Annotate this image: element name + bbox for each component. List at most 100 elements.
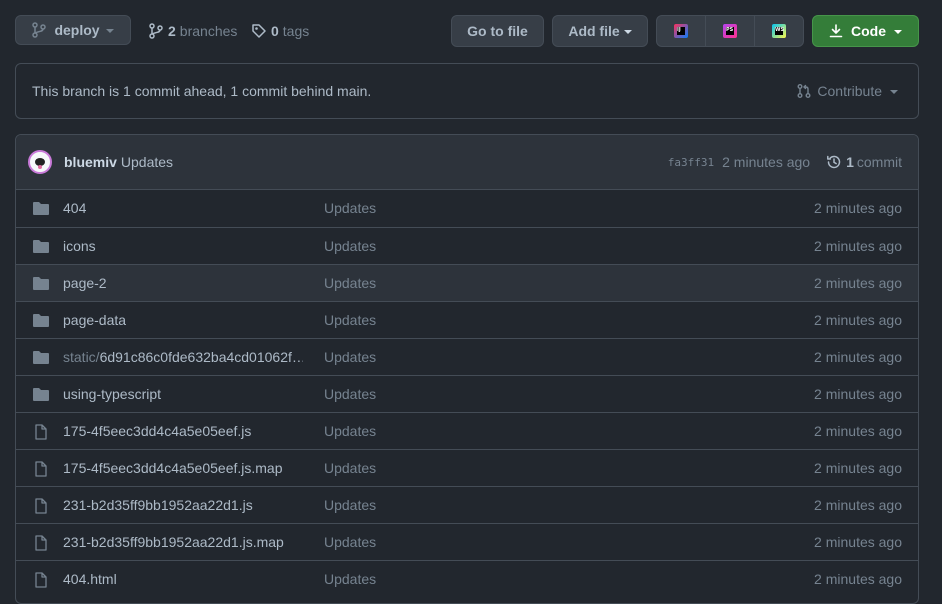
file-name: 175-4f5eec3dd4c4a5e05eef.js [63, 423, 252, 439]
file-commit-message[interactable]: Updates [324, 190, 376, 226]
file-icon [32, 572, 50, 588]
branch-select-button[interactable]: deploy [15, 15, 131, 45]
commit-history-link[interactable]: 1 commit [826, 154, 902, 170]
commit-count: 1 [846, 154, 854, 170]
file-name-link[interactable]: icons [63, 228, 96, 264]
intellij-icon: IJ [674, 24, 688, 38]
file-commit-message[interactable]: Updates [324, 413, 376, 449]
file-name: 231-b2d35ff9bb1952aa22d1.js [63, 497, 253, 513]
file-listing: bluemiv Updates fa3ff31 2 minutes ago 1 … [15, 134, 919, 604]
tags-label: tags [282, 23, 310, 39]
chevron-down-icon [105, 29, 114, 33]
file-row[interactable]: 231-b2d35ff9bb1952aa22d1.js Updates 2 minu… [16, 486, 918, 523]
file-name: 404.html [63, 571, 117, 587]
file-name-link[interactable]: 404.html [63, 561, 117, 597]
folder-icon [32, 276, 50, 291]
chevron-down-icon [623, 30, 632, 34]
file-row[interactable]: icons Updates 2 minutes ago [16, 227, 918, 264]
file-commit-message[interactable]: Updates [324, 487, 376, 523]
branch-name: deploy [54, 22, 100, 38]
commit-count-label: commit [856, 154, 902, 170]
file-row[interactable]: 175-4f5eec3dd4c4a5e05eef.js Updates 2 minu… [16, 412, 918, 449]
file-commit-message[interactable]: Updates [324, 339, 376, 375]
tag-icon [252, 24, 266, 38]
history-icon [827, 155, 841, 169]
file-name: using-typescript [63, 386, 162, 402]
file-name-link[interactable]: page-data [63, 302, 126, 338]
file-name-link[interactable]: 175-4f5eec3dd4c4a5e05eef.js.map [63, 450, 283, 486]
contribute-label: Contribute [817, 83, 882, 99]
branches-link[interactable]: 2 branches [149, 15, 237, 47]
commit-message[interactable]: Updates [121, 154, 173, 170]
contribute-button[interactable]: Contribute [796, 64, 898, 118]
intellij-icon-label: IJ [677, 27, 685, 35]
file-row[interactable]: using-typescript Updates 2 minutes ago [16, 375, 918, 412]
file-name-link[interactable]: using-typescript [63, 376, 161, 412]
git-branch-icon [32, 22, 47, 38]
file-commit-age: 2 minutes ago [814, 349, 902, 365]
add-file-button[interactable]: Add file [552, 15, 648, 47]
code-button[interactable]: Code [812, 15, 919, 47]
ide-button-group: IJ PS WS [656, 15, 804, 47]
download-icon [829, 24, 843, 38]
folder-icon [32, 239, 50, 254]
latest-commit-header: bluemiv Updates fa3ff31 2 minutes ago 1 … [16, 135, 918, 190]
file-name: page-data [63, 312, 127, 328]
phpstorm-button[interactable]: PS [706, 16, 755, 46]
file-icon [32, 461, 50, 477]
git-branch-icon [149, 23, 163, 39]
file-rows: 404 Updates 2 minutes ago icons Updates 2 min… [16, 190, 918, 597]
chevron-down-icon [894, 30, 902, 34]
pull-request-icon [797, 84, 811, 98]
commit-author[interactable]: bluemiv [64, 154, 117, 170]
file-commit-age: 2 minutes ago [814, 423, 902, 439]
file-commit-age: 2 minutes ago [814, 460, 902, 476]
file-row[interactable]: 231-b2d35ff9bb1952aa22d1.js.map Updates 2 … [16, 523, 918, 560]
file-commit-message[interactable]: Updates [324, 302, 376, 338]
intellij-idea-button[interactable]: IJ [657, 16, 706, 46]
file-name: 6d91c86c0fde632ba4cd01062f… [99, 349, 303, 365]
branches-count: 2 [168, 23, 176, 39]
file-icon [32, 535, 50, 551]
file-commit-message[interactable]: Updates [324, 524, 376, 560]
file-name-link[interactable]: 404 [63, 190, 86, 226]
file-name-link[interactable]: 175-4f5eec3dd4c4a5e05eef.js [63, 413, 251, 449]
file-name-link[interactable]: static/6d91c86c0fde632ba4cd01062f… [63, 339, 303, 375]
commit-sha[interactable]: fa3ff31 [668, 156, 714, 169]
file-row[interactable]: static/6d91c86c0fde632ba4cd01062f… Update… [16, 338, 918, 375]
file-name: page-2 [63, 275, 107, 291]
webstorm-icon: WS [772, 24, 786, 38]
folder-icon [32, 201, 50, 216]
webstorm-button[interactable]: WS [755, 16, 803, 46]
file-name-link[interactable]: 231-b2d35ff9bb1952aa22d1.js.map [63, 524, 284, 560]
avatar[interactable] [28, 150, 52, 174]
tags-link[interactable]: 0 tags [251, 15, 309, 47]
branch-status-box: This branch is 1 commit ahead, 1 commit … [15, 63, 919, 119]
file-commit-message[interactable]: Updates [324, 228, 376, 264]
file-row[interactable]: 404.html Updates 2 minutes ago [16, 560, 918, 597]
commit-summary: bluemiv Updates [64, 135, 173, 189]
file-commit-message[interactable]: Updates [324, 561, 376, 597]
go-to-file-label: Go to file [467, 23, 528, 39]
file-row[interactable]: 404 Updates 2 minutes ago [16, 190, 918, 227]
file-row[interactable]: 175-4f5eec3dd4c4a5e05eef.js.map Updates 2 … [16, 449, 918, 486]
commit-meta: fa3ff31 2 minutes ago 1 commit [668, 135, 902, 189]
webstorm-icon-label: WS [775, 27, 785, 35]
branch-status-text: This branch is 1 commit ahead, 1 commit … [32, 83, 372, 99]
file-commit-message[interactable]: Updates [324, 376, 376, 412]
repo-toolbar: deploy 2 branches 0 tags Go to file Add … [15, 15, 919, 47]
branches-label: branches [179, 23, 238, 39]
file-commit-age: 2 minutes ago [814, 534, 902, 550]
file-icon [32, 498, 50, 514]
file-name-link[interactable]: 231-b2d35ff9bb1952aa22d1.js [63, 487, 253, 523]
file-commit-age: 2 minutes ago [814, 275, 902, 291]
file-commit-age: 2 minutes ago [814, 238, 902, 254]
file-name: icons [63, 238, 96, 254]
go-to-file-button[interactable]: Go to file [451, 15, 544, 47]
file-commit-message[interactable]: Updates [324, 265, 376, 301]
file-commit-message[interactable]: Updates [324, 450, 376, 486]
file-row[interactable]: page-data Updates 2 minutes ago [16, 301, 918, 338]
chevron-down-icon [890, 90, 898, 94]
file-row[interactable]: page-2 Updates 2 minutes ago [16, 264, 918, 301]
file-name-link[interactable]: page-2 [63, 265, 107, 301]
